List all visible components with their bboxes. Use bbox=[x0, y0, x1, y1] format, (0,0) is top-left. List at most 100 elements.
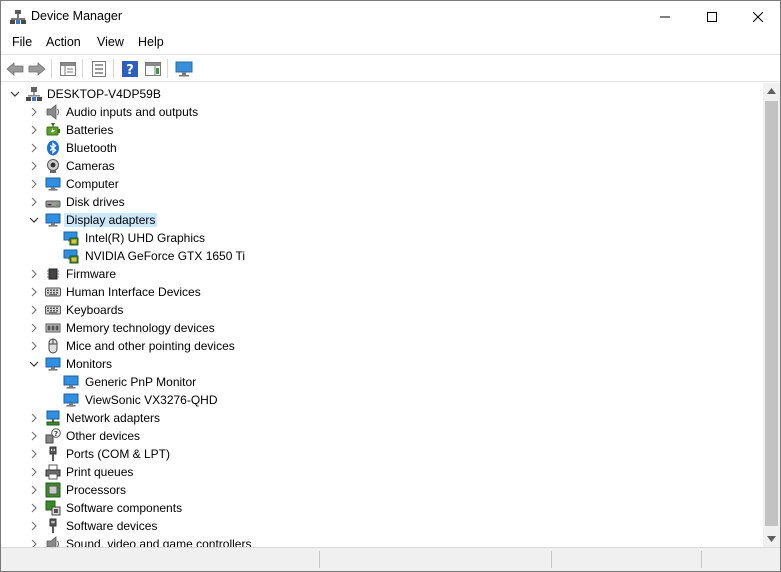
battery-icon bbox=[46, 123, 60, 136]
tree-item-label: Bluetooth bbox=[66, 141, 117, 155]
tree-device[interactable]: Intel(R) UHD Graphics bbox=[1, 229, 763, 247]
console-tree-icon bbox=[60, 62, 76, 76]
collapsed-chevron-icon[interactable] bbox=[28, 412, 40, 424]
tree-item-label: Intel(R) UHD Graphics bbox=[85, 231, 206, 245]
expanded-chevron-icon[interactable] bbox=[28, 214, 40, 226]
expanded-chevron-icon[interactable] bbox=[28, 358, 40, 370]
tree-category[interactable]: Batteries bbox=[1, 121, 763, 139]
status-bar bbox=[1, 547, 780, 571]
tree-category[interactable]: Software devices bbox=[1, 517, 763, 535]
menu-action[interactable]: Action bbox=[44, 35, 83, 49]
forward-button[interactable] bbox=[26, 58, 48, 80]
collapsed-chevron-icon[interactable] bbox=[28, 286, 40, 298]
maximize-button[interactable] bbox=[689, 1, 735, 32]
menu-file[interactable]: File bbox=[10, 35, 34, 49]
tree-item-label: NVIDIA GeForce GTX 1650 Ti bbox=[85, 249, 246, 263]
unknown-device-icon: ? bbox=[45, 428, 61, 444]
device-manager-window: Device Manager File Action View Help ? D… bbox=[0, 0, 781, 572]
collapsed-chevron-icon[interactable] bbox=[28, 196, 40, 208]
forward-arrow-icon bbox=[28, 62, 46, 76]
collapsed-chevron-icon[interactable] bbox=[28, 520, 40, 532]
tree-category[interactable]: ? Other devices bbox=[1, 427, 763, 445]
collapsed-chevron-icon[interactable] bbox=[28, 268, 40, 280]
action-pane-button[interactable] bbox=[142, 58, 164, 80]
collapsed-chevron-icon[interactable] bbox=[28, 538, 40, 547]
tree-item-label: Memory technology devices bbox=[66, 321, 215, 335]
collapsed-chevron-icon[interactable] bbox=[28, 142, 40, 154]
tree-category[interactable]: Mice and other pointing devices bbox=[1, 337, 763, 355]
device-tree[interactable]: DESKTOP-V4DP59B Audio inputs and outputs B… bbox=[1, 83, 763, 547]
tree-category[interactable]: Software components bbox=[1, 499, 763, 517]
tree-category[interactable]: Computer bbox=[1, 175, 763, 193]
help-icon: ? bbox=[122, 61, 138, 77]
tree-item-label: Audio inputs and outputs bbox=[66, 105, 199, 119]
collapsed-chevron-icon[interactable] bbox=[28, 466, 40, 478]
vertical-scroll-thumb[interactable] bbox=[765, 101, 778, 526]
bluetooth-icon bbox=[47, 140, 59, 156]
tree-category[interactable]: Display adapters bbox=[1, 211, 763, 229]
show-hide-console-tree-button[interactable] bbox=[57, 58, 79, 80]
menu-help[interactable]: Help bbox=[136, 35, 166, 49]
collapsed-chevron-icon[interactable] bbox=[28, 160, 40, 172]
tree-item-label: Cameras bbox=[66, 159, 115, 173]
tree-category[interactable]: Disk drives bbox=[1, 193, 763, 211]
tree-category[interactable]: Audio inputs and outputs bbox=[1, 103, 763, 121]
tree-category[interactable]: Memory technology devices bbox=[1, 319, 763, 337]
port-icon bbox=[49, 446, 57, 461]
tree-item-label: Print queues bbox=[66, 465, 134, 479]
minimize-icon bbox=[660, 16, 670, 17]
tree-category[interactable]: Bluetooth bbox=[1, 139, 763, 157]
monitor-icon bbox=[63, 375, 79, 389]
gpu-icon bbox=[63, 249, 79, 264]
svg-text:?: ? bbox=[126, 63, 134, 77]
tree-item-label: Display adapters bbox=[64, 213, 158, 227]
collapsed-chevron-icon[interactable] bbox=[28, 178, 40, 190]
collapsed-chevron-icon[interactable] bbox=[28, 430, 40, 442]
collapsed-chevron-icon[interactable] bbox=[28, 484, 40, 496]
collapsed-chevron-icon[interactable] bbox=[28, 448, 40, 460]
collapsed-chevron-icon[interactable] bbox=[28, 304, 40, 316]
scan-hardware-changes-button[interactable] bbox=[173, 58, 195, 80]
tree-root-computer[interactable]: DESKTOP-V4DP59B bbox=[1, 85, 763, 103]
tree-category[interactable]: Keyboards bbox=[1, 301, 763, 319]
network-icon bbox=[46, 410, 60, 426]
tree-category[interactable]: Network adapters bbox=[1, 409, 763, 427]
tree-device[interactable]: ViewSonic VX3276-QHD bbox=[1, 391, 763, 409]
tree-category[interactable]: Monitors bbox=[1, 355, 763, 373]
status-separator bbox=[551, 551, 552, 568]
tree-item-label: Disk drives bbox=[66, 195, 125, 209]
collapsed-chevron-icon[interactable] bbox=[28, 124, 40, 136]
scroll-up-arrow-icon[interactable] bbox=[767, 88, 776, 94]
tree-device[interactable]: NVIDIA GeForce GTX 1650 Ti bbox=[1, 247, 763, 265]
scroll-down-arrow-icon[interactable] bbox=[767, 536, 776, 542]
tree-category[interactable]: Sound, video and game controllers bbox=[1, 535, 763, 547]
collapsed-chevron-icon[interactable] bbox=[28, 106, 40, 118]
collapsed-chevron-icon[interactable] bbox=[28, 322, 40, 334]
toolbar: ? bbox=[1, 54, 780, 82]
expanded-chevron-icon[interactable] bbox=[9, 88, 21, 100]
tree-item-label: Ports (COM & LPT) bbox=[66, 447, 171, 461]
close-button[interactable] bbox=[735, 1, 780, 32]
collapsed-chevron-icon[interactable] bbox=[28, 502, 40, 514]
menu-view[interactable]: View bbox=[95, 35, 126, 49]
tree-category[interactable]: Firmware bbox=[1, 265, 763, 283]
software-component-icon bbox=[45, 500, 61, 516]
computer-root-icon bbox=[26, 87, 42, 101]
tree-item-label: Software components bbox=[66, 501, 183, 515]
tree-category[interactable]: Human Interface Devices bbox=[1, 283, 763, 301]
properties-button[interactable] bbox=[88, 58, 110, 80]
tree-item-label: Mice and other pointing devices bbox=[66, 339, 235, 353]
tree-category[interactable]: Ports (COM & LPT) bbox=[1, 445, 763, 463]
back-button[interactable] bbox=[4, 58, 26, 80]
title-bar[interactable]: Device Manager bbox=[1, 1, 780, 32]
tree-category[interactable]: Processors bbox=[1, 481, 763, 499]
minimize-button[interactable] bbox=[642, 1, 688, 32]
memory-icon bbox=[45, 323, 61, 333]
tree-device[interactable]: Generic PnP Monitor bbox=[1, 373, 763, 391]
collapsed-chevron-icon[interactable] bbox=[28, 340, 40, 352]
tree-category[interactable]: Cameras bbox=[1, 157, 763, 175]
tree-category[interactable]: Print queues bbox=[1, 463, 763, 481]
help-button[interactable]: ? bbox=[119, 58, 141, 80]
vertical-scrollbar[interactable] bbox=[763, 83, 780, 547]
tree-item-label: Processors bbox=[66, 483, 127, 497]
